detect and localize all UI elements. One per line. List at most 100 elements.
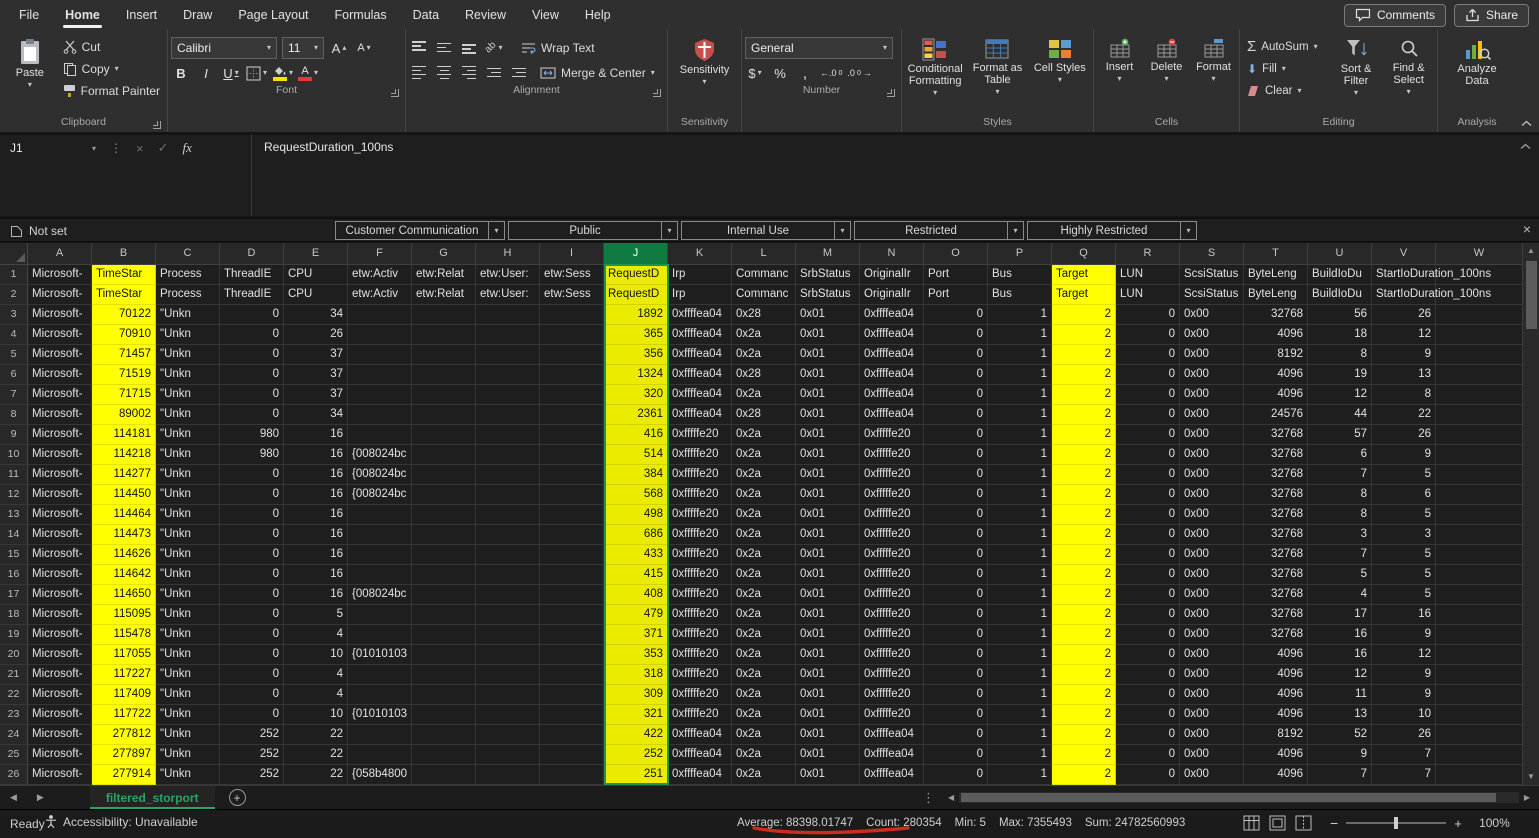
cell-K22[interactable]: 0xfffffe20: [668, 685, 732, 705]
cell-O7[interactable]: 0: [924, 385, 988, 405]
cell-H7[interactable]: [476, 385, 540, 405]
cell-L11[interactable]: 0x2a: [732, 465, 796, 485]
column-header-A[interactable]: A: [28, 243, 92, 265]
cell-W8[interactable]: [1436, 405, 1522, 425]
cell-D8[interactable]: 0: [220, 405, 284, 425]
cell-K11[interactable]: 0xfffffe20: [668, 465, 732, 485]
cell-F20[interactable]: {01010103: [348, 645, 412, 665]
cell-U15[interactable]: 7: [1308, 545, 1372, 565]
cell-A13[interactable]: Microsoft-: [28, 505, 92, 525]
decrease-indent-button[interactable]: [484, 63, 504, 83]
cell-T7[interactable]: 4096: [1244, 385, 1308, 405]
cell-P3[interactable]: 1: [988, 305, 1052, 325]
cell-T3[interactable]: 32768: [1244, 305, 1308, 325]
cell-A15[interactable]: Microsoft-: [28, 545, 92, 565]
cell-E2[interactable]: CPU: [284, 285, 348, 305]
cell-N12[interactable]: 0xfffffe20: [860, 485, 924, 505]
cell-I12[interactable]: [540, 485, 604, 505]
cell-A24[interactable]: Microsoft-: [28, 725, 92, 745]
cell-R11[interactable]: 0: [1116, 465, 1180, 485]
clear-button[interactable]: Clear▾: [1243, 80, 1329, 101]
cell-V14[interactable]: 3: [1372, 525, 1436, 545]
cell-G11[interactable]: [412, 465, 476, 485]
cell-A21[interactable]: Microsoft-: [28, 665, 92, 685]
stat-max[interactable]: Max: 7355493: [999, 817, 1072, 829]
column-header-P[interactable]: P: [988, 243, 1052, 265]
cell-H16[interactable]: [476, 565, 540, 585]
cell-K14[interactable]: 0xfffffe20: [668, 525, 732, 545]
cell-F9[interactable]: [348, 425, 412, 445]
cell-U13[interactable]: 8: [1308, 505, 1372, 525]
cell-W9[interactable]: [1436, 425, 1522, 445]
cell-S12[interactable]: 0x00: [1180, 485, 1244, 505]
cell-U19[interactable]: 16: [1308, 625, 1372, 645]
cell-B6[interactable]: 71519: [92, 365, 156, 385]
cell-C13[interactable]: "Unkn: [156, 505, 220, 525]
cell-O14[interactable]: 0: [924, 525, 988, 545]
cell-D22[interactable]: 0: [220, 685, 284, 705]
cell-C9[interactable]: "Unkn: [156, 425, 220, 445]
cell-G26[interactable]: [412, 765, 476, 785]
cell-K1[interactable]: Irp: [668, 265, 732, 285]
cell-B7[interactable]: 71715: [92, 385, 156, 405]
cell-D14[interactable]: 0: [220, 525, 284, 545]
cell-U10[interactable]: 6: [1308, 445, 1372, 465]
cell-K9[interactable]: 0xfffffe20: [668, 425, 732, 445]
cell-A26[interactable]: Microsoft-: [28, 765, 92, 785]
cell-O8[interactable]: 0: [924, 405, 988, 425]
cell-K16[interactable]: 0xfffffe20: [668, 565, 732, 585]
cell-J5[interactable]: 356: [604, 345, 668, 365]
cell-N9[interactable]: 0xfffffe20: [860, 425, 924, 445]
cell-M1[interactable]: SrbStatus: [796, 265, 860, 285]
cell-B14[interactable]: 114473: [92, 525, 156, 545]
cell-P17[interactable]: 1: [988, 585, 1052, 605]
cell-K25[interactable]: 0xffffea04: [668, 745, 732, 765]
cell-E25[interactable]: 22: [284, 745, 348, 765]
cell-M10[interactable]: 0x01: [796, 445, 860, 465]
sensitivity-option-dropdown-arrow[interactable]: ▾: [1180, 222, 1196, 239]
cell-J4[interactable]: 365: [604, 325, 668, 345]
cell-D15[interactable]: 0: [220, 545, 284, 565]
cell-F7[interactable]: [348, 385, 412, 405]
cell-H1[interactable]: etw:User:: [476, 265, 540, 285]
cell-C20[interactable]: "Unkn: [156, 645, 220, 665]
fill-button[interactable]: ⬇Fill▾: [1243, 58, 1329, 79]
cell-E16[interactable]: 16: [284, 565, 348, 585]
cell-Q23[interactable]: 2: [1052, 705, 1116, 725]
cell-P6[interactable]: 1: [988, 365, 1052, 385]
font-color-button[interactable]: A▾: [298, 63, 318, 83]
cell-E14[interactable]: 16: [284, 525, 348, 545]
cell-P22[interactable]: 1: [988, 685, 1052, 705]
cell-B24[interactable]: 277812: [92, 725, 156, 745]
cell-styles-button[interactable]: Cell Styles▾: [1030, 33, 1090, 115]
cell-H11[interactable]: [476, 465, 540, 485]
cell-G14[interactable]: [412, 525, 476, 545]
cell-G1[interactable]: etw:Relat: [412, 265, 476, 285]
cell-I16[interactable]: [540, 565, 604, 585]
cell-I8[interactable]: [540, 405, 604, 425]
cell-J18[interactable]: 479: [604, 605, 668, 625]
cell-K17[interactable]: 0xfffffe20: [668, 585, 732, 605]
cell-K21[interactable]: 0xfffffe20: [668, 665, 732, 685]
column-header-N[interactable]: N: [860, 243, 924, 265]
cell-B21[interactable]: 117227: [92, 665, 156, 685]
name-box[interactable]: J1 ▾: [0, 135, 100, 161]
cell-O12[interactable]: 0: [924, 485, 988, 505]
cell-U20[interactable]: 16: [1308, 645, 1372, 665]
cell-U1[interactable]: BuildIoDu: [1308, 265, 1372, 285]
cell-M14[interactable]: 0x01: [796, 525, 860, 545]
wrap-text-button[interactable]: Wrap Text: [517, 37, 599, 58]
increase-indent-button[interactable]: [509, 63, 529, 83]
cell-H25[interactable]: [476, 745, 540, 765]
cell-K13[interactable]: 0xfffffe20: [668, 505, 732, 525]
cell-C19[interactable]: "Unkn: [156, 625, 220, 645]
cell-F23[interactable]: {01010103: [348, 705, 412, 725]
cell-U4[interactable]: 18: [1308, 325, 1372, 345]
cell-B4[interactable]: 70910: [92, 325, 156, 345]
tab-home[interactable]: Home: [52, 0, 113, 30]
cell-C14[interactable]: "Unkn: [156, 525, 220, 545]
cell-W24[interactable]: [1436, 725, 1522, 745]
cell-L15[interactable]: 0x2a: [732, 545, 796, 565]
cell-S6[interactable]: 0x00: [1180, 365, 1244, 385]
cell-A8[interactable]: Microsoft-: [28, 405, 92, 425]
